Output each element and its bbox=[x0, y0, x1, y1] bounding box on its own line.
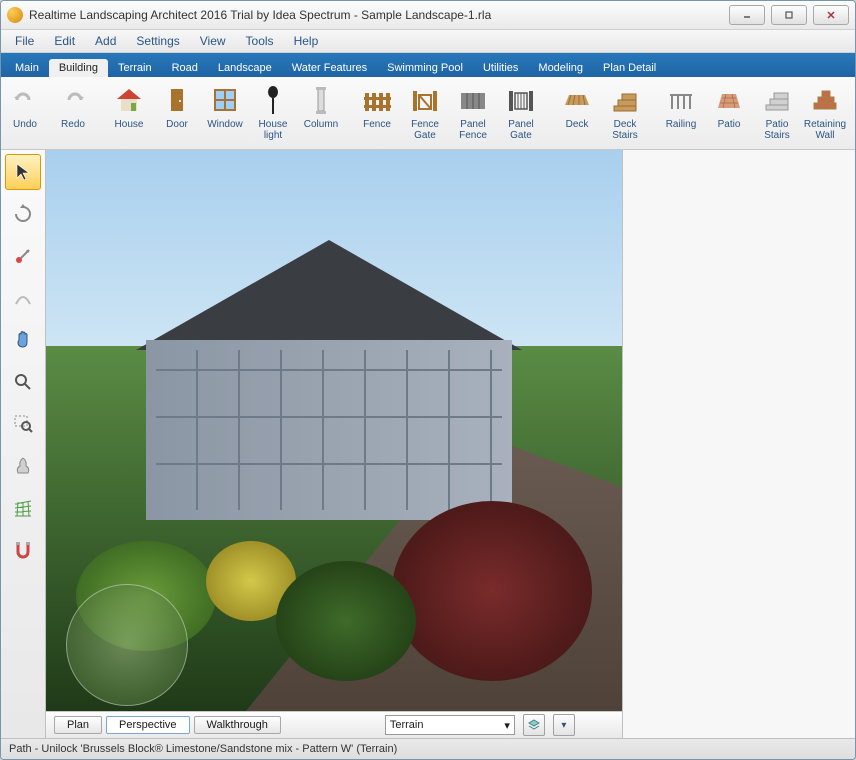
chevron-down-icon: ▾ bbox=[561, 720, 566, 731]
menu-add[interactable]: Add bbox=[85, 32, 126, 50]
titlebar: Realtime Landscaping Architect 2016 Tria… bbox=[1, 1, 855, 30]
tab-building[interactable]: Building bbox=[49, 59, 108, 77]
window-buttons bbox=[729, 5, 849, 25]
accent-strip-button[interactable]: Acc St bbox=[849, 81, 855, 145]
app-window: Realtime Landscaping Architect 2016 Tria… bbox=[0, 0, 856, 760]
tab-modeling[interactable]: Modeling bbox=[528, 59, 593, 77]
viewport-column: Plan Perspective Walkthrough Terrain ▾ ▾ bbox=[46, 150, 622, 738]
view-tab-walkthrough[interactable]: Walkthrough bbox=[194, 716, 281, 734]
menu-file[interactable]: File bbox=[5, 32, 44, 50]
deck-stairs-button[interactable]: Deck Stairs bbox=[601, 81, 649, 145]
layer-options-button[interactable]: ▾ bbox=[553, 714, 575, 736]
chevron-down-icon: ▾ bbox=[504, 719, 510, 732]
menu-tools[interactable]: Tools bbox=[236, 32, 284, 50]
rotate-tool[interactable] bbox=[5, 196, 41, 232]
snap-tool[interactable] bbox=[5, 532, 41, 568]
walkthrough-tool[interactable] bbox=[5, 448, 41, 484]
tab-terrain[interactable]: Terrain bbox=[108, 59, 162, 77]
layer-dropdown-value: Terrain bbox=[390, 719, 424, 731]
window-icon bbox=[208, 83, 242, 117]
deck-button[interactable]: Deck bbox=[553, 81, 601, 145]
ribbon-toolbar: Undo Redo House Door Window House light … bbox=[1, 77, 855, 150]
grid-tool[interactable] bbox=[5, 490, 41, 526]
maximize-button[interactable] bbox=[771, 5, 807, 25]
house-button[interactable]: House bbox=[105, 81, 153, 145]
viewport-3d[interactable] bbox=[46, 150, 622, 711]
panel-fence-icon bbox=[456, 83, 490, 117]
fence-icon bbox=[360, 83, 394, 117]
house-icon bbox=[112, 83, 146, 117]
patio-button[interactable]: Patio bbox=[705, 81, 753, 145]
layer-dropdown[interactable]: Terrain ▾ bbox=[385, 715, 515, 735]
pan-tool[interactable] bbox=[5, 322, 41, 358]
layers-button[interactable] bbox=[523, 714, 545, 736]
tab-road[interactable]: Road bbox=[162, 59, 208, 77]
tab-utilities[interactable]: Utilities bbox=[473, 59, 528, 77]
deck-icon bbox=[560, 83, 594, 117]
railing-icon bbox=[664, 83, 698, 117]
undo-button[interactable]: Undo bbox=[1, 81, 49, 145]
view-tab-plan[interactable]: Plan bbox=[54, 716, 102, 734]
view-tab-perspective[interactable]: Perspective bbox=[106, 716, 189, 734]
menu-settings[interactable]: Settings bbox=[126, 32, 189, 50]
tab-landscape[interactable]: Landscape bbox=[208, 59, 282, 77]
door-icon bbox=[160, 83, 194, 117]
panel-gate-icon bbox=[504, 83, 538, 117]
left-toolbar bbox=[1, 150, 46, 738]
retaining-wall-button[interactable]: Retaining Wall bbox=[801, 81, 849, 145]
move-point-tool[interactable] bbox=[5, 238, 41, 274]
window-title: Realtime Landscaping Architect 2016 Tria… bbox=[29, 8, 729, 22]
tab-main[interactable]: Main bbox=[5, 59, 49, 77]
undo-icon bbox=[8, 83, 42, 117]
zoom-tool[interactable] bbox=[5, 364, 41, 400]
menu-view[interactable]: View bbox=[190, 32, 236, 50]
select-tool[interactable] bbox=[5, 154, 41, 190]
menu-help[interactable]: Help bbox=[284, 32, 329, 50]
view-bottom-bar: Plan Perspective Walkthrough Terrain ▾ ▾ bbox=[46, 711, 622, 738]
curve-tool[interactable] bbox=[5, 280, 41, 316]
patio-icon bbox=[712, 83, 746, 117]
fence-gate-button[interactable]: Fence Gate bbox=[401, 81, 449, 145]
house-light-button[interactable]: House light bbox=[249, 81, 297, 145]
tab-water-features[interactable]: Water Features bbox=[282, 59, 377, 77]
menubar: File Edit Add Settings View Tools Help bbox=[1, 30, 855, 53]
panel-fence-button[interactable]: Panel Fence bbox=[449, 81, 497, 145]
deck-stairs-icon bbox=[608, 83, 642, 117]
status-bar: Path - Unilock 'Brussels Block® Limeston… bbox=[1, 738, 855, 759]
fence-button[interactable]: Fence bbox=[353, 81, 401, 145]
lamp-icon bbox=[256, 83, 290, 117]
patio-stairs-icon bbox=[760, 83, 794, 117]
status-text: Path - Unilock 'Brussels Block® Limeston… bbox=[9, 743, 397, 755]
fence-gate-icon bbox=[408, 83, 442, 117]
minimize-button[interactable] bbox=[729, 5, 765, 25]
menu-edit[interactable]: Edit bbox=[44, 32, 85, 50]
ribbon-tabbar: Main Building Terrain Road Landscape Wat… bbox=[1, 53, 855, 77]
column-button[interactable]: Column bbox=[297, 81, 345, 145]
zoom-region-tool[interactable] bbox=[5, 406, 41, 442]
patio-stairs-button[interactable]: Patio Stairs bbox=[753, 81, 801, 145]
tab-swimming-pool[interactable]: Swimming Pool bbox=[377, 59, 473, 77]
window-button[interactable]: Window bbox=[201, 81, 249, 145]
retaining-wall-icon bbox=[808, 83, 842, 117]
redo-icon bbox=[56, 83, 90, 117]
workspace: Plan Perspective Walkthrough Terrain ▾ ▾ bbox=[1, 150, 855, 738]
column-icon bbox=[304, 83, 338, 117]
close-button[interactable] bbox=[813, 5, 849, 25]
redo-button[interactable]: Redo bbox=[49, 81, 97, 145]
tab-plan-detail[interactable]: Plan Detail bbox=[593, 59, 666, 77]
panel-gate-button[interactable]: Panel Gate bbox=[497, 81, 545, 145]
door-button[interactable]: Door bbox=[153, 81, 201, 145]
app-icon bbox=[7, 7, 23, 23]
nav-compass[interactable] bbox=[66, 584, 188, 706]
properties-panel bbox=[622, 150, 855, 738]
railing-button[interactable]: Railing bbox=[657, 81, 705, 145]
house-model bbox=[116, 240, 562, 520]
